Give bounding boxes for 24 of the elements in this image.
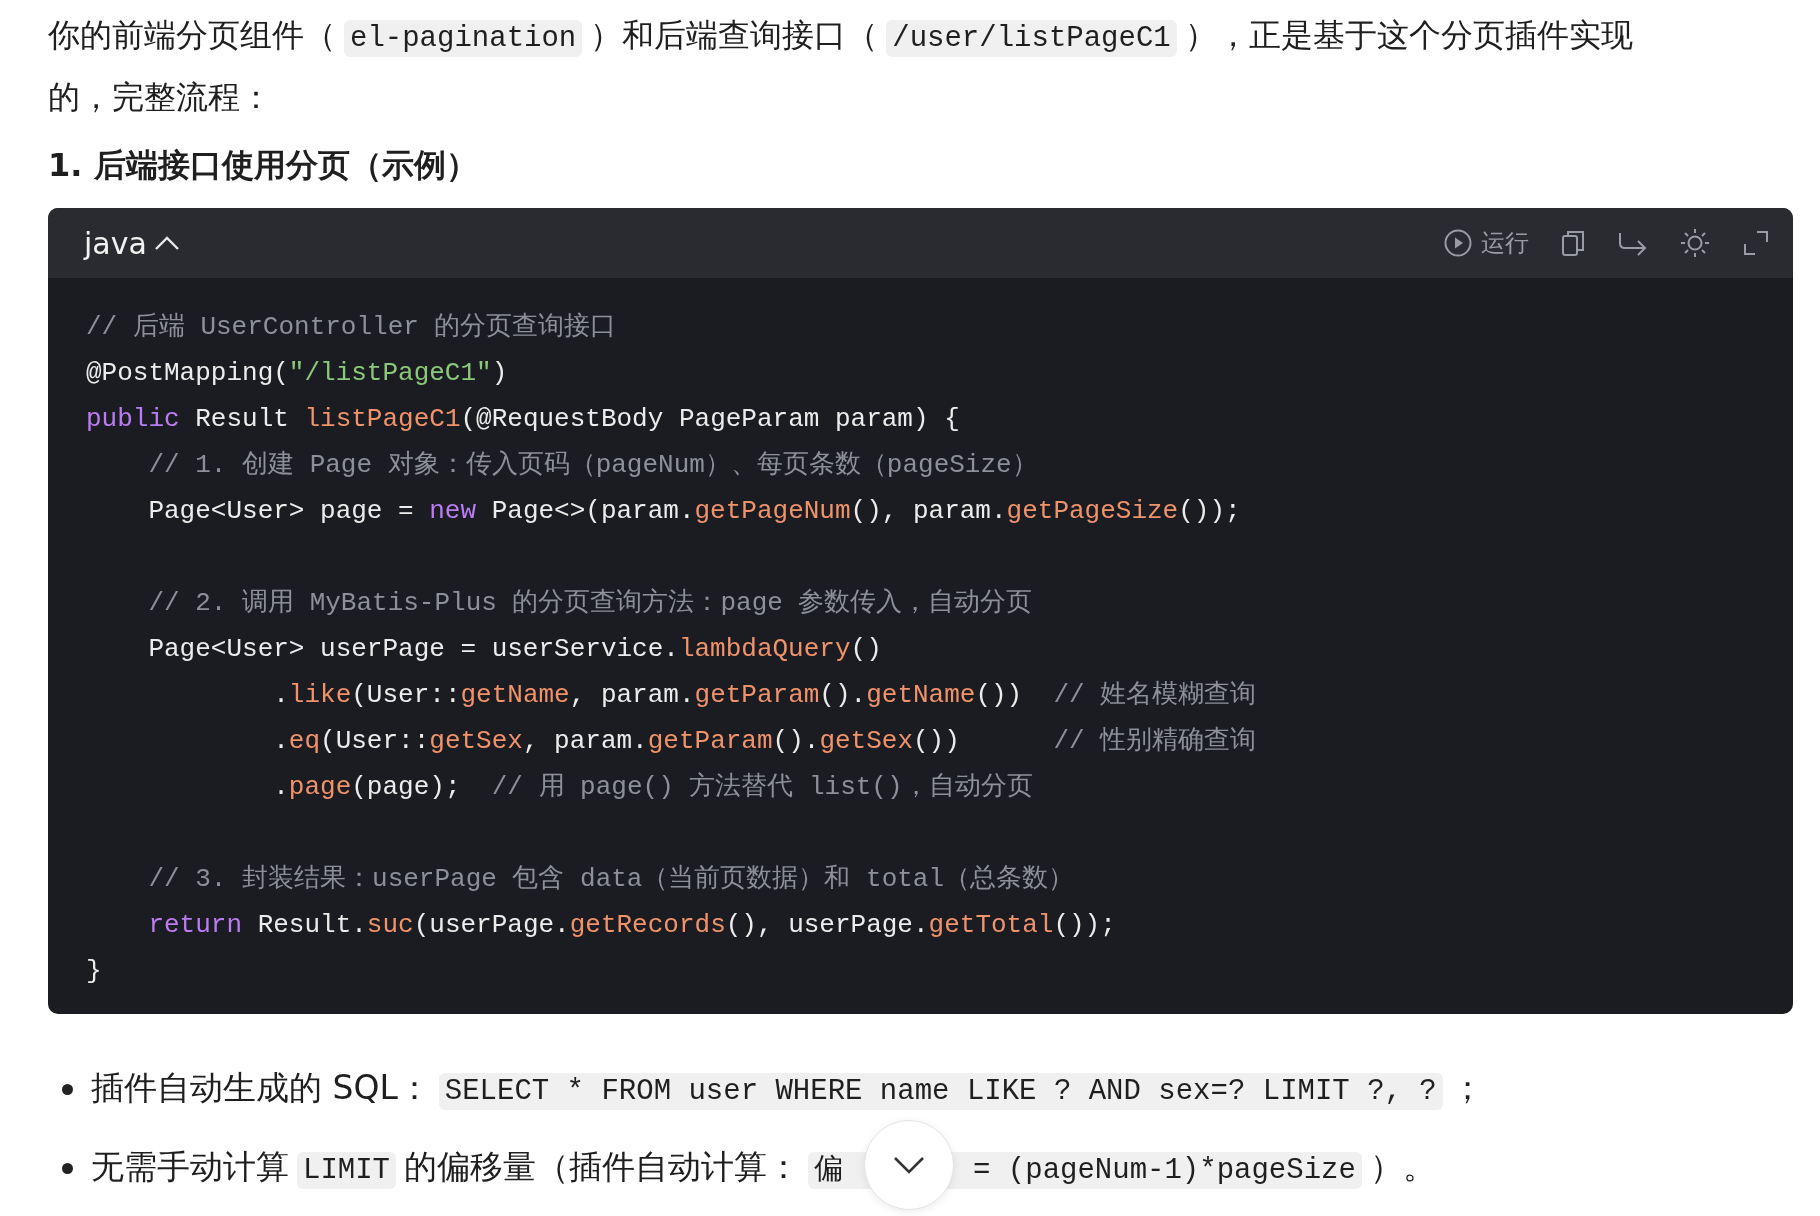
expand-icon[interactable] [1741, 228, 1771, 258]
code-line: @PostMapping("/listPageC1") [86, 357, 509, 390]
chevron-down-icon [892, 1155, 926, 1175]
code-line: Page<User> userPage = userService.lambdaQuery() [147, 633, 883, 666]
bullet-icon [62, 1084, 73, 1095]
play-icon [1443, 228, 1473, 258]
code-line: // 2. 调用 MyBatis-Plus 的分页查询方法：page 参数传入，自动分页 [147, 587, 1034, 620]
code-line: // 后端 UserController 的分页查询接口 [86, 311, 618, 344]
code-line: // 3. 封装结果：userPage 包含 data（当前页数据）和 total（总条数） [147, 863, 1076, 896]
language-toggle[interactable]: java [84, 225, 181, 261]
sun-icon[interactable] [1679, 227, 1711, 259]
run-button[interactable]: 运行 [1443, 227, 1529, 259]
code-line: return Result.suc(userPage.getRecords(), userPage.getTotal()); [147, 909, 1117, 942]
bullet-icon [62, 1163, 73, 1174]
code-line: .eq(User::getSex, param.getParam().getSex()) // 性别精确查询 [272, 725, 1258, 758]
code-line: public Result listPageC1(@RequestBody PageParam param) { [86, 403, 961, 436]
code-line: } [86, 955, 103, 988]
code-line: // 1. 创建 Page 对象：传入页码（pageNum）、每页条数（pageSize） [147, 449, 1039, 482]
code-line: .like(User::getName, param.getParam().getName()) // 姓名模糊查询 [272, 679, 1258, 712]
section-heading: 1. 后端接口使用分页（示例） [48, 145, 479, 186]
intro-paragraph: 你的前端分页组件（ el-pagination ）和后端查询接口（ /user/listPageC1 ），正是基于这个分页插件实现的，完整流程： [48, 15, 1634, 118]
code-line: .page(page); // 用 page() 方法替代 list()，自动分页 [272, 771, 1034, 804]
code-line: Page<User> page = new Page<>(param.getPageNum(), param.getPageSize()); [147, 495, 1242, 528]
copy-icon[interactable] [1559, 228, 1587, 258]
